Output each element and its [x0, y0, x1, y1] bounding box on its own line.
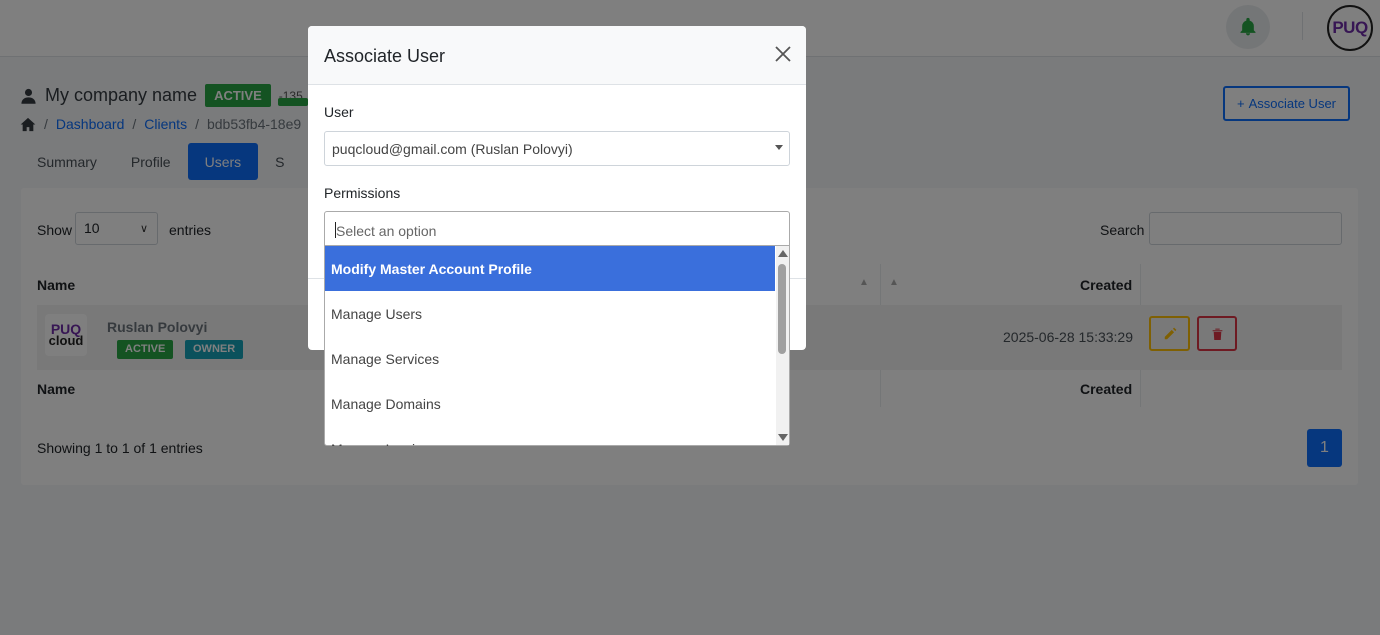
option-manage-invoices[interactable]: Manage Invoices: [325, 426, 775, 446]
user-select[interactable]: puqcloud@gmail.com (Ruslan Polovyi): [324, 131, 790, 166]
scroll-thumb[interactable]: [778, 264, 786, 354]
option-manage-users[interactable]: Manage Users: [325, 291, 775, 336]
modal-header: Associate User: [308, 26, 806, 85]
permissions-options: Modify Master Account Profile Manage Use…: [325, 246, 775, 446]
permissions-search-input[interactable]: Select an option: [325, 212, 789, 246]
permissions-placeholder: Select an option: [336, 223, 437, 239]
permissions-dropdown: Select an option Modify Master Account P…: [324, 211, 790, 446]
scroll-down-icon[interactable]: [778, 434, 788, 441]
dropdown-scrollbar[interactable]: [776, 246, 789, 445]
close-icon[interactable]: [773, 44, 793, 64]
scroll-up-icon[interactable]: [778, 250, 788, 257]
user-label: User: [324, 104, 354, 120]
modal-title: Associate User: [324, 46, 446, 66]
caret-down-icon: [775, 145, 783, 150]
user-select-value: puqcloud@gmail.com (Ruslan Polovyi): [332, 141, 573, 157]
option-manage-services[interactable]: Manage Services: [325, 336, 775, 381]
permissions-label: Permissions: [324, 185, 401, 201]
option-manage-domains[interactable]: Manage Domains: [325, 381, 775, 426]
option-modify-master-account-profile[interactable]: Modify Master Account Profile: [325, 246, 775, 291]
